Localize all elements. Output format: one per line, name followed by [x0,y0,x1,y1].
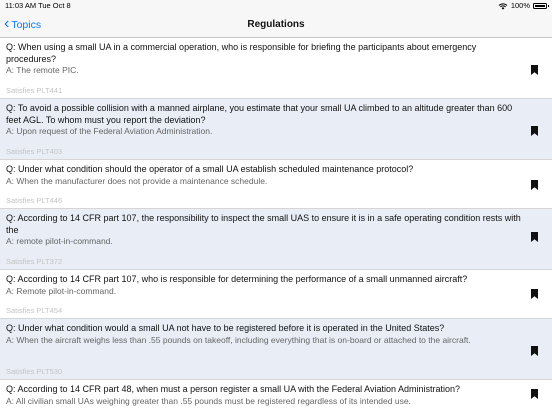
bookmark-icon[interactable] [531,232,538,242]
satisfies-code: Satisfies PLT530 [6,367,63,376]
battery-icon [533,3,549,9]
list-item[interactable]: Q: Under what condition should the opera… [0,160,552,209]
bookmark-icon[interactable] [531,65,538,75]
bookmark-icon[interactable] [531,289,538,299]
question-text: Q: Under what condition should the opera… [6,164,414,174]
status-right: 100% [498,0,549,12]
list-item[interactable]: Q: When using a small UA in a commercial… [0,38,552,99]
bookmark-icon[interactable] [531,346,538,356]
navigation-bar: ‹ Topics Regulations [0,12,552,38]
question-text: Q: To avoid a possible collision with a … [6,103,513,125]
list-item[interactable]: Q: To avoid a possible collision with a … [0,99,552,160]
question-text: Q: According to 14 CFR part 107, who is … [6,274,468,284]
answer-text: A: The remote PIC. [6,65,79,75]
list-item[interactable]: Q: According to 14 CFR part 107, who is … [0,270,552,319]
question-list[interactable]: Q: When using a small UA in a commercial… [0,38,552,420]
answer-text: A: When the manufacturer does not provid… [6,175,268,186]
list-item[interactable]: Q: Under what condition would a small UA… [0,319,552,380]
answer-text: A: Upon request of the Federal Aviation … [6,126,213,136]
question-text: Q: When using a small UA in a commercial… [6,42,477,64]
answer-text: A: remote pilot-in-command. [6,236,113,246]
question-text: Q: Under what condition would a small UA… [6,323,445,333]
satisfies-code: Satisfies PLT441 [6,86,63,95]
list-item[interactable]: Q: According to 14 CFR part 107, the res… [0,209,552,270]
answer-text: A: All civilian small UAs weighing great… [6,395,411,406]
battery-percent: 100% [510,1,530,10]
answer-text: A: When the aircraft weighs less than .5… [6,334,471,345]
status-time-date: 11:03 AM Tue Oct 8 [5,1,71,10]
satisfies-code: Satisfies PLT372 [6,257,63,266]
list-item[interactable]: Q: According to 14 CFR part 48, when mus… [0,380,552,420]
satisfies-code: Satisfies PLT454 [6,306,63,315]
satisfies-code: Satisfies PLT446 [6,196,63,205]
wifi-icon [498,2,508,10]
question-text: Q: According to 14 CFR part 48, when mus… [6,384,461,394]
page-title: Regulations [247,19,305,30]
bookmark-icon[interactable] [531,126,538,136]
answer-text: A: Remote pilot-in-command. [6,285,117,296]
bookmark-icon[interactable] [531,180,538,190]
satisfies-code: Satisfies PLT403 [6,147,63,156]
status-bar: 11:03 AM Tue Oct 8 100% [0,0,552,12]
bookmark-icon[interactable] [531,389,538,399]
question-text: Q: According to 14 CFR part 107, the res… [6,213,521,235]
